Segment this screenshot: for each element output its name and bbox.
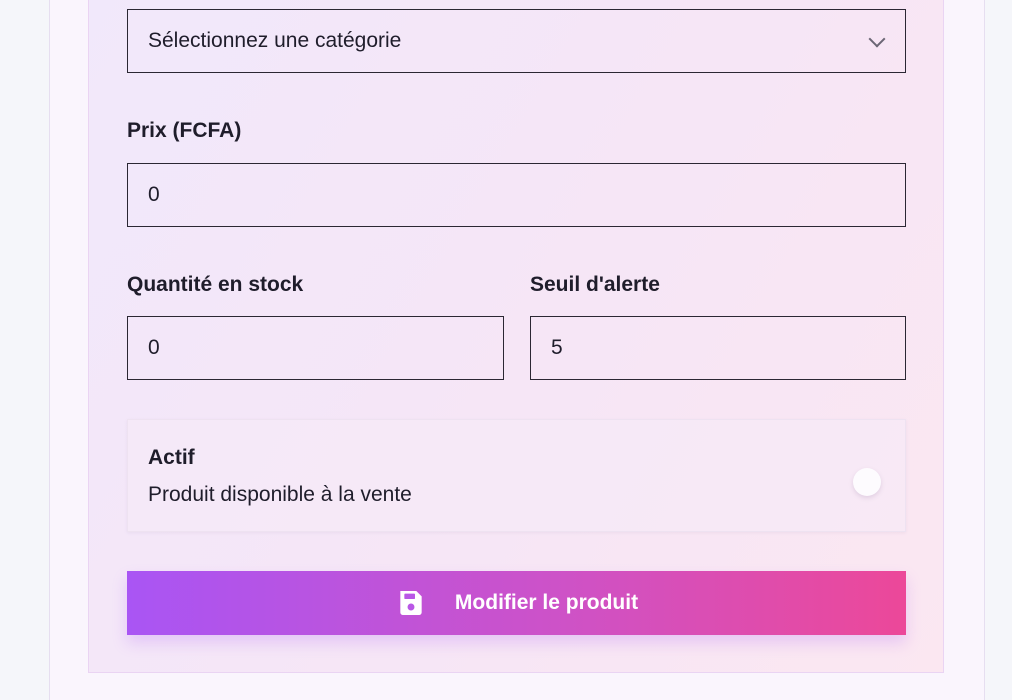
price-label: Prix (FCFA)	[127, 119, 242, 142]
alert-threshold-input[interactable]: 5	[530, 316, 906, 380]
category-select[interactable]: Sélectionnez une catégorie	[127, 9, 906, 73]
price-value: 0	[148, 183, 160, 206]
chevron-down-icon	[868, 30, 886, 48]
active-toggle-card: Actif Produit disponible à la vente	[127, 419, 906, 532]
stock-quantity-value: 0	[148, 336, 160, 359]
alert-threshold-label: Seuil d'alerte	[530, 273, 660, 296]
stock-quantity-input[interactable]: 0	[127, 316, 504, 380]
price-input[interactable]: 0	[127, 163, 906, 227]
stock-quantity-label: Quantité en stock	[127, 273, 304, 296]
active-toggle-description: Produit disponible à la vente	[148, 483, 412, 506]
save-icon	[400, 591, 422, 615]
update-product-button[interactable]: Modifier le produit	[127, 571, 906, 635]
update-product-label: Modifier le produit	[454, 591, 639, 614]
alert-threshold-value: 5	[551, 336, 563, 359]
active-toggle-switch[interactable]	[853, 468, 881, 496]
category-select-value: Sélectionnez une catégorie	[148, 29, 402, 52]
active-toggle-title: Actif	[148, 446, 195, 469]
